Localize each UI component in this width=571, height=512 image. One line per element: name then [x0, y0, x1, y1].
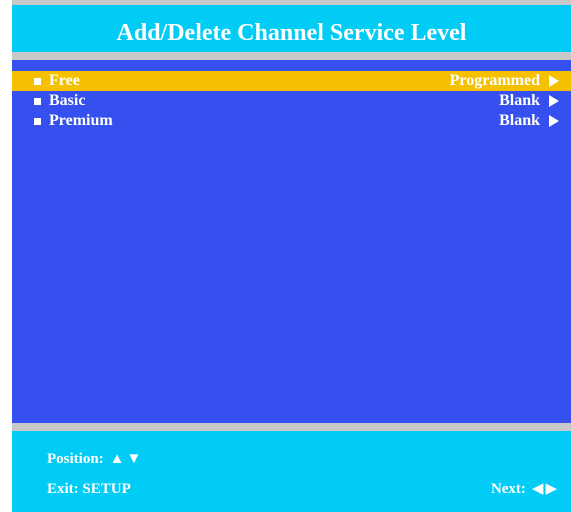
- divider-bottom: [12, 423, 571, 431]
- square-bullet-icon: [34, 118, 41, 125]
- menu-item-basic[interactable]: Basic Blank: [12, 91, 571, 111]
- position-hint: Position: ▲▼: [47, 449, 143, 469]
- menu-item-free[interactable]: Free Programmed: [12, 71, 571, 91]
- title-bar: Add/Delete Channel Service Level: [12, 5, 571, 52]
- exit-hint: Exit: SETUP: [47, 481, 131, 497]
- square-bullet-icon: [34, 78, 41, 85]
- screen-title: Add/Delete Channel Service Level: [116, 20, 467, 46]
- next-hint: Next: ◀▶: [491, 479, 559, 499]
- menu-item-value: Programmed: [449, 72, 540, 89]
- right-arrow-icon: [549, 115, 559, 127]
- left-right-arrows-icon: ◀▶: [531, 481, 559, 497]
- right-arrow-icon: [549, 75, 559, 87]
- menu-item-label: Free: [49, 72, 80, 89]
- position-label: Position:: [47, 451, 104, 467]
- next-label: Next:: [490, 481, 526, 497]
- footer-hints: Position: ▲▼ Exit: SETUP Next: ◀▶: [12, 431, 571, 512]
- menu-item-label: Premium: [49, 112, 113, 129]
- square-bullet-icon: [34, 98, 41, 105]
- menu-item-value: Blank: [499, 92, 540, 109]
- menu-panel: Free Programmed Basic Blank Premium Blan…: [12, 60, 571, 423]
- up-down-arrows-icon: ▲▼: [109, 451, 144, 467]
- menu-item-value: Blank: [499, 112, 540, 129]
- right-arrow-icon: [549, 95, 559, 107]
- setup-screen: Add/Delete Channel Service Level Free Pr…: [12, 0, 571, 512]
- divider-top: [12, 52, 571, 60]
- menu-item-premium[interactable]: Premium Blank: [12, 111, 571, 131]
- menu-item-label: Basic: [49, 92, 86, 109]
